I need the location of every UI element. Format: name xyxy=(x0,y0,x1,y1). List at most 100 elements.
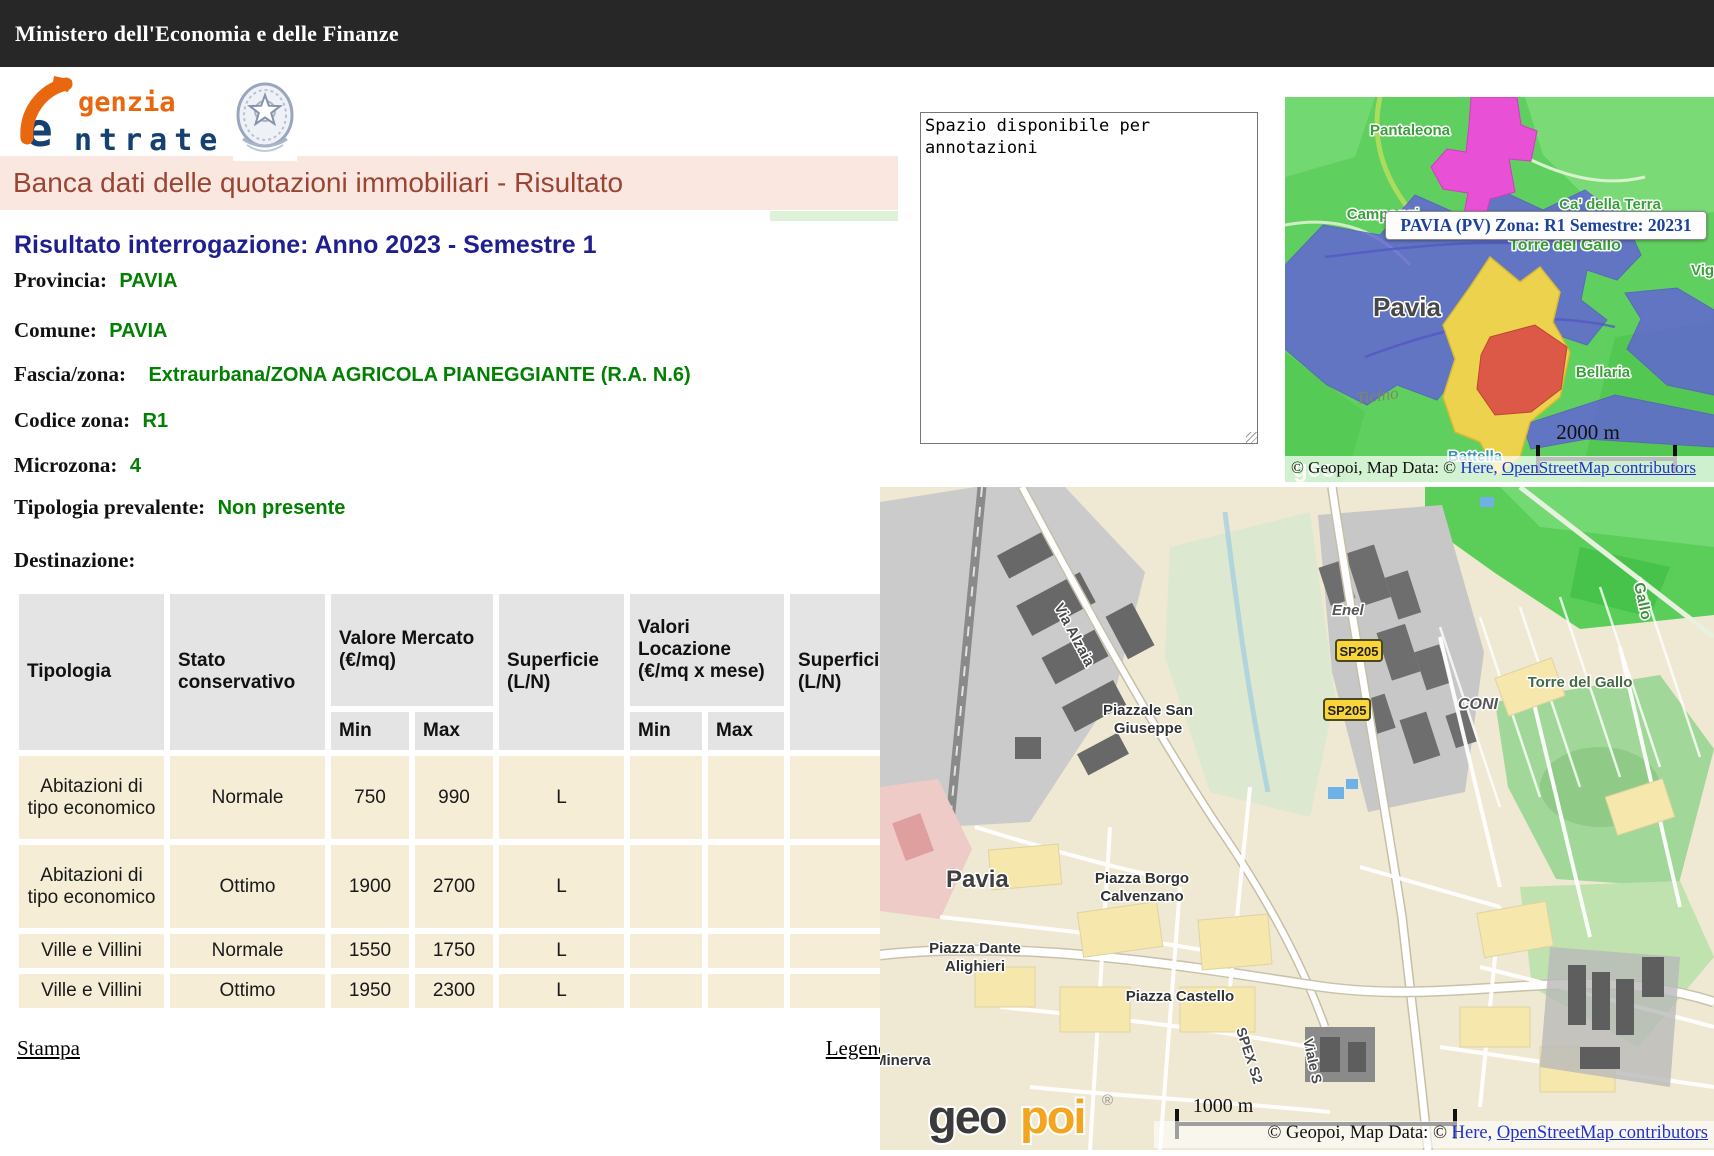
street-label-piazzale-san-giuseppe: Piazzale San xyxy=(1103,702,1193,719)
ministry-title: Ministero dell'Economia e delle Finanze xyxy=(0,21,399,47)
field-comune: Comune: PAVIA xyxy=(14,318,167,343)
codice-zona-value: R1 xyxy=(143,410,169,432)
codice-zona-label: Codice zona: xyxy=(14,408,130,432)
zone-label-pantaleona: Pantaleona xyxy=(1370,122,1451,139)
comune-label: Comune: xyxy=(14,318,97,342)
field-tipologia-prevalente: Tipologia prevalente: Non presente xyxy=(14,495,345,520)
geopoi-logo-poi: poi xyxy=(1020,1090,1084,1143)
sp205-badge: SP205 xyxy=(1324,699,1370,720)
street-label-torre-del-gallo: Torre del Gallo xyxy=(1528,674,1633,691)
cell-superficie-1: L xyxy=(499,934,624,968)
here-link[interactable]: Here, xyxy=(1460,458,1497,477)
cell-vm-min: 1900 xyxy=(331,845,409,928)
cell-vm-max: 2300 xyxy=(415,974,493,1008)
sp205-badge-text: SP205 xyxy=(1327,703,1366,718)
microzona-label: Microzona: xyxy=(14,453,117,477)
logo-text-agenzia: genzia xyxy=(78,87,176,118)
cell-superficie-2 xyxy=(790,974,892,1008)
cell-tipologia: Abitazioni di tipo economico xyxy=(19,756,164,839)
cell-vl-min xyxy=(630,756,702,839)
zone-scale-label: 2000 m xyxy=(1556,420,1620,444)
comune-value: PAVIA xyxy=(109,320,167,342)
sp205-badge: SP205 xyxy=(1336,640,1382,661)
zone-label-pavia: Pavia xyxy=(1373,292,1441,322)
col-header-vm-max: Max xyxy=(415,712,493,750)
cell-stato: Ottimo xyxy=(170,845,325,928)
zone-map-attribution: © Geopoi, Map Data: © Here, OpenStreetMa… xyxy=(1285,456,1714,482)
agenzia-entrate-logo-icon: e genzia ntrate xyxy=(12,74,242,158)
col-header-vm-min: Min xyxy=(331,712,409,750)
table-row: Ville e Villini Normale 1550 1750 L xyxy=(19,934,892,968)
table-footer-links: Stampa Legenda xyxy=(17,1036,898,1061)
tipologia-prevalente-label: Tipologia prevalente: xyxy=(14,495,205,519)
fascia-value: Extraurbana/ZONA AGRICOLA PIANEGGIANTE (… xyxy=(148,364,690,386)
cell-tipologia: Ville e Villini xyxy=(19,974,164,1008)
page-title: Banca dati delle quotazioni immobiliari … xyxy=(0,167,623,199)
cell-vl-max xyxy=(708,756,784,839)
field-provincia: Provincia: PAVIA xyxy=(14,268,178,293)
table-row: Abitazioni di tipo economico Normale 750… xyxy=(19,756,892,839)
field-codice-zona: Codice zona: R1 xyxy=(14,408,168,433)
table-row: Ville e Villini Ottimo 1950 2300 L xyxy=(19,974,892,1008)
textarea-resize-grip[interactable] xyxy=(1246,432,1257,443)
street-label-pavia: Pavia xyxy=(946,866,1009,893)
cell-superficie-2 xyxy=(790,934,892,968)
annotations-textarea[interactable]: Spazio disponibile per annotazioni xyxy=(920,112,1258,444)
street-label-enel: Enel xyxy=(1332,602,1365,619)
zone-map-tooltip: PAVIA (PV) Zona: R1 Semestre: 20231 xyxy=(1385,211,1707,240)
street-label-piazza-castello: Piazza Castello xyxy=(1126,988,1234,1005)
cell-vm-max: 1750 xyxy=(415,934,493,968)
cell-vm-max: 2700 xyxy=(415,845,493,928)
street-label-piazza-dante-2: Alighieri xyxy=(945,958,1005,975)
ministry-header-bar: Ministero dell'Economia e delle Finanze xyxy=(0,0,1714,67)
col-header-tipologia: Tipologia xyxy=(19,594,164,750)
col-header-vl-min: Min xyxy=(630,712,702,750)
street-label-piazzale-san-giuseppe-2: Giuseppe xyxy=(1114,720,1182,737)
cell-stato: Normale xyxy=(170,756,325,839)
provincia-value: PAVIA xyxy=(119,270,177,292)
cell-superficie-1: L xyxy=(499,845,624,928)
sp205-badge-text: SP205 xyxy=(1339,644,1378,659)
zone-label-vigna: Vign xyxy=(1691,262,1714,279)
field-destinazione: Destinazione: xyxy=(14,548,135,573)
street-scale-label: 1000 m xyxy=(1193,1095,1254,1117)
here-link[interactable]: Here, xyxy=(1452,1123,1493,1143)
cell-superficie-1: L xyxy=(499,974,624,1008)
cell-vl-min xyxy=(630,974,702,1008)
microzona-value: 4 xyxy=(130,455,141,477)
street-label-piazza-borgo-2: Calvenzano xyxy=(1100,888,1183,905)
page-banner: Banca dati delle quotazioni immobiliari … xyxy=(0,156,898,210)
cell-superficie-2 xyxy=(790,756,892,839)
cell-stato: Ottimo xyxy=(170,974,325,1008)
street-label-minerva: Minerva xyxy=(880,1052,931,1069)
banner-end-strip xyxy=(770,211,898,221)
table-row: Abitazioni di tipo economico Ottimo 1900… xyxy=(19,845,892,928)
cell-superficie-1: L xyxy=(499,756,624,839)
col-header-superficie-2: Superficie (L/N) xyxy=(790,594,892,750)
cell-tipologia: Abitazioni di tipo economico xyxy=(19,845,164,928)
destinazione-label: Destinazione: xyxy=(14,548,135,572)
field-fascia-zona: Fascia/zona: Extraurbana/ZONA AGRICOLA P… xyxy=(14,362,691,387)
stampa-link[interactable]: Stampa xyxy=(17,1036,80,1061)
cell-vm-min: 1550 xyxy=(331,934,409,968)
attribution-prefix: © Geopoi, Map Data: © xyxy=(1267,1123,1451,1143)
col-header-stato: Stato conservativo xyxy=(170,594,325,750)
page: Ministero dell'Economia e delle Finanze … xyxy=(0,0,1714,1156)
italian-republic-emblem-icon xyxy=(233,77,297,161)
cell-superficie-2 xyxy=(790,845,892,928)
openstreetmap-link[interactable]: OpenStreetMap contributors xyxy=(1502,458,1696,477)
street-map[interactable]: SP205 SP205 Torre del Gallo Gallo Enel C… xyxy=(880,487,1714,1150)
fascia-label: Fascia/zona: xyxy=(14,362,126,386)
col-header-superficie-1: Superficie (L/N) xyxy=(499,594,624,750)
cell-tipologia: Ville e Villini xyxy=(19,934,164,968)
tipologia-prevalente-value: Non presente xyxy=(218,497,346,519)
street-label-piazza-dante: Piazza Dante xyxy=(929,940,1021,957)
street-map-attribution: © Geopoi, Map Data: © Here, OpenStreetMa… xyxy=(1154,1121,1714,1148)
col-header-valori-locazione: Valori Locazione (€/mq x mese) xyxy=(630,594,784,706)
street-label-piazza-borgo: Piazza Borgo xyxy=(1095,870,1189,887)
agenzia-entrate-logo: e genzia ntrate xyxy=(12,74,242,158)
cell-vm-min: 750 xyxy=(331,756,409,839)
cell-vl-max xyxy=(708,974,784,1008)
openstreetmap-link[interactable]: OpenStreetMap contributors xyxy=(1497,1123,1708,1143)
zone-map[interactable]: Pantaleona Campeggi Ca' della Terra Torr… xyxy=(1285,97,1714,482)
